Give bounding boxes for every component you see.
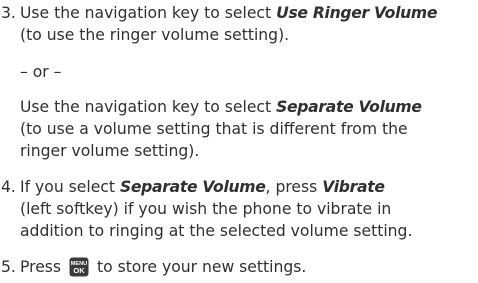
step-text: ringer volume setting). [20, 142, 200, 160]
softkey-vibrate: Vibrate [322, 178, 385, 196]
step-body: If you select Separate Volume, press Vib… [20, 176, 478, 242]
step-text: If you select [20, 178, 120, 196]
step-text: to store your new settings. [92, 258, 307, 276]
step-text: (left softkey) if you wish the phone to … [20, 200, 392, 218]
step-text: (to use a volume setting that is differe… [20, 120, 408, 138]
step-text: Press [20, 258, 66, 276]
step-body: Use the navigation key to select Use Rin… [20, 2, 478, 46]
manual-page: 3. Use the navigation key to select Use … [0, 0, 478, 282]
step-text: (to use the ringer volume setting). [20, 26, 290, 44]
step-text: addition to ringing at the selected volu… [20, 222, 413, 240]
step-line: Use the navigation key to select Use Rin… [20, 2, 478, 24]
step-text: Use the navigation key to select [20, 98, 277, 116]
option-separate-volume: Separate Volume [119, 178, 266, 196]
option-use-ringer-volume: Use Ringer Volume [276, 4, 438, 22]
menu-ok-key-icon: MENU OK [69, 257, 89, 277]
step-line: (left softkey) if you wish the phone to … [20, 198, 478, 220]
step-line: Use the navigation key to select Separat… [20, 96, 478, 118]
step-line: (to use a volume setting that is differe… [20, 118, 478, 140]
step-line: (to use the ringer volume setting). [20, 24, 478, 46]
step-line: If you select Separate Volume, press Vib… [20, 176, 478, 198]
step-body: Use the navigation key to select Separat… [20, 96, 478, 162]
step-line: addition to ringing at the selected volu… [20, 220, 478, 242]
or-separator: – or – [20, 63, 62, 81]
step-text: , press [265, 178, 323, 196]
option-separate-volume: Separate Volume [276, 98, 422, 116]
step-line: ringer volume setting). [20, 140, 478, 162]
step-line: Press MENU OK to store your new settings. [20, 256, 478, 278]
key-label-bottom: OK [73, 266, 85, 275]
step-body: Press MENU OK to store your new settings. [20, 256, 478, 278]
step-text: Use the navigation key to select [20, 4, 277, 22]
